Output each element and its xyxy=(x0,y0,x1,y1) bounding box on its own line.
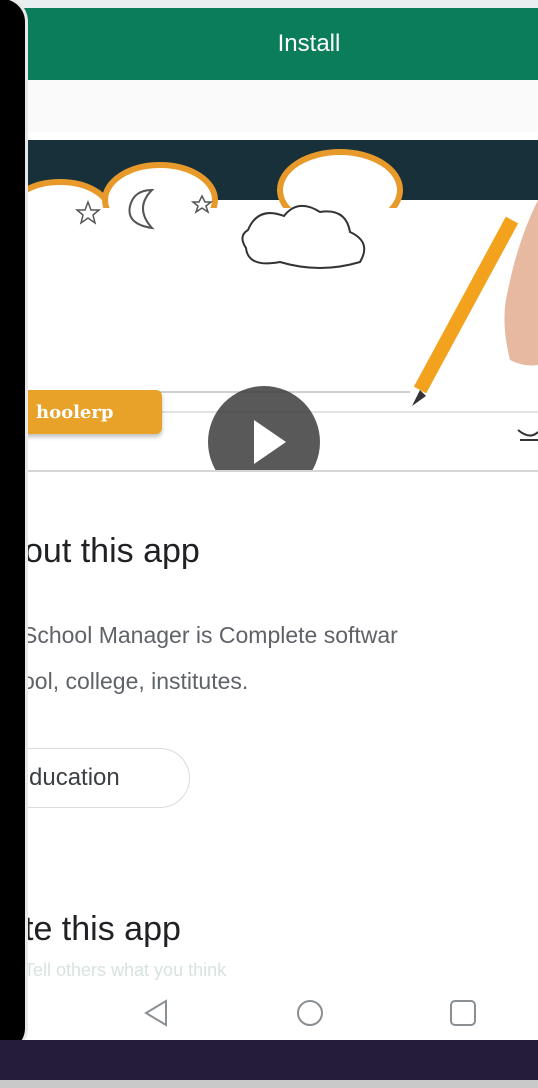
schoolerp-badge: hoolerp xyxy=(24,390,162,434)
description-line-1: School Manager is Complete softwar xyxy=(22,622,398,648)
sub-bar xyxy=(0,80,538,132)
bottom-bar xyxy=(0,1040,538,1080)
promo-video[interactable]: hoolerp xyxy=(0,140,538,472)
phone-screen: Install hoolerp out this app School Mana… xyxy=(0,0,538,1040)
back-icon[interactable] xyxy=(142,998,172,1028)
install-label: Install xyxy=(277,30,341,57)
category-chip[interactable]: ducation xyxy=(0,748,190,808)
recents-icon[interactable] xyxy=(448,998,478,1028)
rate-hint: Tell others what you think xyxy=(24,960,227,980)
description-line-2: ool, college, institutes. xyxy=(22,668,249,694)
app-description: School Manager is Complete softwar ool, … xyxy=(22,612,538,704)
category-chip-label: ducation xyxy=(29,764,120,791)
install-button[interactable]: Install xyxy=(0,8,538,80)
top-strip xyxy=(0,0,538,8)
bottom-edge xyxy=(0,1080,538,1088)
about-heading: out this app xyxy=(24,532,200,570)
home-icon[interactable] xyxy=(295,998,325,1028)
badge-text: hoolerp xyxy=(36,401,114,423)
rate-heading: te this app xyxy=(24,910,181,948)
phone-bezel xyxy=(0,0,28,1054)
